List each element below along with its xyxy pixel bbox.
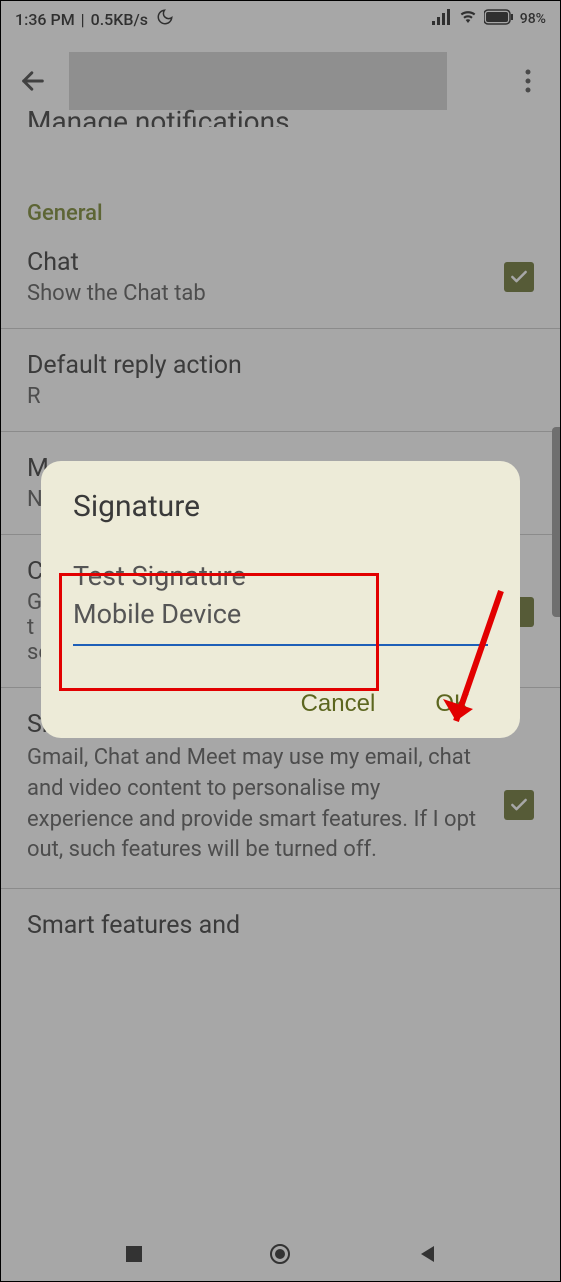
setting-title: Chat xyxy=(27,248,206,277)
setting-title: Smart features and xyxy=(27,911,240,940)
setting-title: Default reply action xyxy=(27,351,242,380)
more-options-button[interactable] xyxy=(508,61,548,101)
input-underline xyxy=(73,644,488,646)
setting-default-reply[interactable]: Default reply action R xyxy=(1,329,560,431)
status-bar: 1:36 PM | 0.5KB/s 98% xyxy=(1,1,560,37)
dnd-icon xyxy=(156,8,174,30)
cancel-button[interactable]: Cancel xyxy=(301,690,376,718)
setting-subtitle: Show the Chat tab xyxy=(27,281,206,306)
navigation-bar xyxy=(1,1231,560,1281)
status-speed: 0.5KB/s xyxy=(91,10,148,29)
nav-recent-icon[interactable] xyxy=(124,1244,144,1268)
setting-subtitle: R xyxy=(27,384,242,409)
truncated-previous-row: Manage notifications xyxy=(1,105,560,127)
setting-chat[interactable]: Chat Show the Chat tab xyxy=(1,226,560,328)
nav-home-icon[interactable] xyxy=(269,1243,291,1269)
signature-dialog: Signature Cancel OK xyxy=(41,461,520,738)
scroll-indicator[interactable] xyxy=(552,427,560,617)
status-separator: | xyxy=(77,10,89,29)
battery-icon xyxy=(484,9,514,29)
smart-checkbox[interactable] xyxy=(504,790,534,820)
back-button[interactable] xyxy=(13,61,53,101)
signal-icon xyxy=(432,9,452,29)
status-time: 1:36 PM xyxy=(15,10,75,29)
setting-bottom-row[interactable]: Smart features and xyxy=(1,889,560,944)
nav-back-icon[interactable] xyxy=(417,1244,437,1268)
battery-percent: 98% xyxy=(520,11,546,27)
chat-checkbox[interactable] xyxy=(504,262,534,292)
ok-button[interactable]: OK xyxy=(435,690,470,718)
header-redacted xyxy=(69,52,447,110)
signature-input[interactable] xyxy=(73,558,488,638)
section-header-general: General xyxy=(1,141,560,226)
dialog-title: Signature xyxy=(73,489,488,524)
setting-subtitle: Gmail, Chat and Meet may use my email, c… xyxy=(27,743,488,866)
wifi-icon xyxy=(458,9,478,29)
